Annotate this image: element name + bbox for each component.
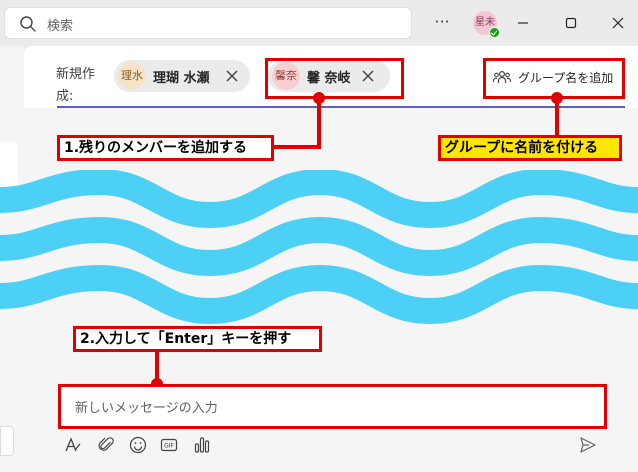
annotation-line [273,145,321,149]
minimize-icon[interactable] [511,11,535,35]
annotation-callout: グループに名前を付ける [438,135,622,161]
omission-wave [0,170,638,325]
close-icon[interactable] [606,11,630,35]
remove-recipient-icon[interactable] [224,68,240,84]
more-horizontal-icon[interactable]: ··· [432,12,452,32]
recipient-name: 理瑚 水瀬 [153,71,210,86]
search-icon [20,16,36,32]
recipient-chip[interactable]: 理水 理瑚 水瀬 [114,60,250,92]
avatar: 理水 [118,62,146,90]
maximize-icon[interactable] [559,11,583,35]
send-icon[interactable] [578,435,598,455]
format-icon[interactable] [63,435,83,455]
input-focus-underline [57,106,625,108]
search-box[interactable]: 検索 [4,7,412,39]
poll-icon[interactable] [192,435,212,455]
attach-icon[interactable] [97,435,117,455]
emoji-icon[interactable] [128,435,148,455]
new-chat-label: 新規作成: [56,67,96,104]
annotation-line [317,98,321,148]
annotation-highlight-box [265,58,404,99]
annotation-callout: 1.残りのメンバーを追加する [57,135,274,161]
annotation-highlight-box [58,384,607,429]
annotation-line [555,98,559,136]
title-bar: 検索 ··· 星未 [0,0,638,46]
svg-text:GIF: GIF [164,443,174,450]
annotation-line [155,350,159,380]
search-placeholder: 検索 [47,19,74,34]
presence-available-icon [489,27,500,38]
chat-list-item[interactable] [0,426,14,456]
annotation-callout: 2.入力して「Enter」キーを押す [73,326,322,352]
gif-icon[interactable]: GIF [159,435,179,455]
